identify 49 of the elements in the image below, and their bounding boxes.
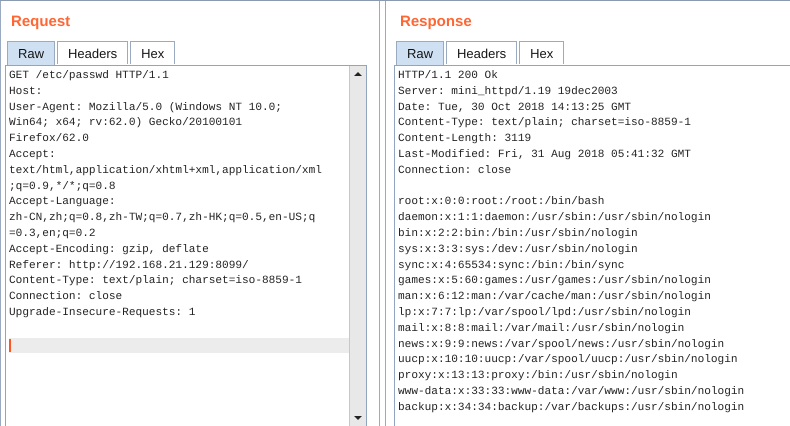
code-line: ;q=0.9,*/*;q=0.8: [9, 180, 117, 195]
text-cursor: [9, 338, 11, 352]
code-line: root:x:0:0:root:/root:/bin/bash: [398, 195, 606, 210]
code-line: www-data:x:33:33:www-data:/var/www:/usr/sbin/nologin: [398, 384, 746, 400]
code-line: proxy:x:13:13:proxy:/bin:/usr/sbin/nologin: [398, 369, 679, 384]
tab[interactable]: Hex: [519, 41, 564, 64]
code-line: zh-CN,zh;q=0.8,zh-TW;q=0.7,zh-HK;q=0.5,en-US;q: [9, 211, 316, 226]
code-line: sync:x:4:65534:sync:/bin:/bin/sync: [398, 258, 626, 274]
code-line: Content-Type: text/plain; charset=iso-8859-1: [398, 116, 692, 132]
code-line: man:x:6:12:man:/var/cache/man:/usr/sbin/nologin: [398, 290, 712, 306]
code-line: daemon:x:1:1:daemon:/usr/sbin:/usr/sbin/nologin: [398, 211, 712, 226]
code-line: news:x:9:9:news:/var/spool/news:/usr/sbin/nologin: [398, 338, 726, 353]
code-line: HTTP/1.1 200 Ok: [398, 69, 499, 84]
code-line: Connection: close: [9, 290, 124, 306]
code-line: Win64; x64; rv:62.0) Gecko/20100101: [9, 116, 244, 132]
code-line: Upgrade-Insecure-Requests: 1: [9, 306, 196, 321]
tab[interactable]: Raw: [7, 41, 56, 65]
tab[interactable]: Hex: [130, 41, 176, 64]
code-line: Connection: close: [398, 164, 512, 179]
code-line: lp:x:7:7:lp:/var/spool/lpd:/usr/sbin/nologin: [398, 306, 692, 321]
panel-title: Response: [399, 12, 473, 32]
code-line: sys:x:3:3:sys:/dev:/usr/sbin/nologin: [398, 242, 639, 258]
code-line: Content-Type: text/plain; charset=iso-8859-1: [9, 274, 303, 290]
scrollbar[interactable]: [349, 66, 366, 426]
code-line: text/html,application/xhtml+xml,application/xml: [9, 164, 323, 179]
code-line: Firefox/62.0: [9, 132, 90, 148]
code-line: Accept-Language:: [9, 195, 117, 210]
code-line: Server: mini_httpd/1.19 19dec2003: [398, 84, 619, 100]
code-line: Content-Length: 3119: [398, 132, 532, 148]
tab[interactable]: Headers: [57, 41, 128, 64]
code-line: Referer: http://192.168.21.129:8099/: [9, 258, 250, 274]
panel-title: Request: [10, 12, 72, 32]
code-line: bin:x:2:2:bin:/bin:/usr/sbin/nologin: [398, 226, 639, 242]
code-line: GET /etc/passwd HTTP/1.1: [9, 69, 170, 84]
code-line: Host:: [9, 84, 44, 100]
code-line: mail:x:8:8:mail:/var/mail:/usr/sbin/nologin: [398, 322, 686, 337]
code-line: User-Agent: Mozilla/5.0 (Windows NT 10.0;: [9, 100, 283, 116]
code-line: Date: Tue, 30 Oct 2018 14:13:25 GMT: [398, 100, 632, 116]
tab[interactable]: Headers: [446, 41, 518, 64]
code-line: games:x:5:60:games:/usr/games:/usr/sbin/nologin: [398, 274, 712, 290]
code-line: Last-Modified: Fri, 31 Aug 2018 05:41:32 GMT: [398, 148, 692, 163]
code-line: uucp:x:10:10:uucp:/var/spool/uucp:/usr/sbin/nologin: [398, 353, 739, 368]
code-line: Accept:: [9, 148, 57, 163]
text-editor[interactable]: [394, 65, 790, 426]
code-line: backup:x:34:34:backup:/var/backups:/usr/sbin/nologin: [398, 400, 746, 416]
code-line: Accept-Encoding: gzip, deflate: [9, 242, 210, 258]
code-line: =0.3,en;q=0.2: [9, 226, 97, 242]
text-editor[interactable]: [5, 65, 367, 426]
tab[interactable]: Raw: [396, 41, 444, 65]
